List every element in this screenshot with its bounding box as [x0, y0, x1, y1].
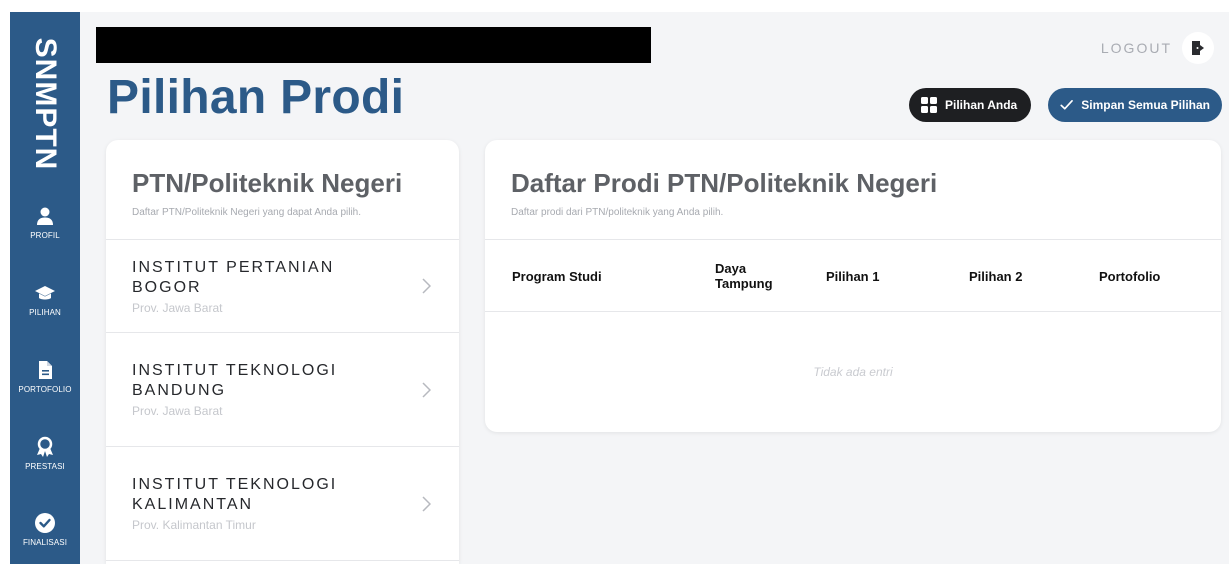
sidebar-item-label: PRESTASI [25, 462, 65, 471]
brand-logo: SNMPTN [18, 24, 72, 184]
empty-state: Tidak ada entri [813, 365, 893, 379]
logout-button[interactable]: LOGOUT [1101, 32, 1214, 64]
chevron-right-icon [422, 381, 431, 398]
column-header-program-studi: Program Studi [512, 269, 602, 284]
simpan-semua-label: Simpan Semua Pilihan [1081, 98, 1210, 112]
logout-icon [1182, 32, 1214, 64]
list-item[interactable]: INSTITUT TEKNOLOGI BANDUNG Prov. Jawa Ba… [106, 333, 459, 447]
ptn-list-panel: PTN/Politeknik Negeri Daftar PTN/Politek… [106, 140, 459, 564]
brand-text: SNMPTN [29, 37, 62, 171]
sidebar-item-portofolio[interactable]: PORTOFOLIO [10, 359, 80, 415]
column-header-pilihan-1: Pilihan 1 [826, 269, 880, 284]
chevron-right-icon [422, 495, 431, 512]
prodi-panel-header: Daftar Prodi PTN/Politeknik Negeri Dafta… [485, 140, 1221, 240]
logout-label: LOGOUT [1100, 40, 1172, 56]
redacted-bar [96, 27, 651, 63]
university-name: INSTITUT TEKNOLOGI BANDUNG [132, 362, 338, 399]
sidebar-item-prestasi[interactable]: PRESTASI [10, 436, 80, 492]
university-name: INSTITUT TEKNOLOGI KALIMANTAN [132, 476, 338, 513]
sidebar-item-label: PORTOFOLIO [18, 385, 72, 394]
award-icon [37, 436, 53, 457]
sidebar-item-pilihan[interactable]: PILIHAN [10, 282, 80, 338]
pilihan-anda-label: Pilihan Anda [945, 98, 1018, 112]
document-icon [39, 361, 52, 379]
person-icon [37, 207, 53, 225]
ptn-panel-title: PTN/Politeknik Negeri [132, 168, 403, 198]
grid-icon [921, 97, 937, 113]
column-header-daya-tampung: Daya Tampung [715, 261, 773, 291]
check-icon [1060, 100, 1073, 110]
university-province: Prov. Kalimantan Timur [132, 518, 256, 532]
page-title: Pilihan Prodi [107, 71, 405, 124]
sidebar-item-profil[interactable]: PROFIL [10, 205, 80, 261]
list-item[interactable]: INSTITUT TEKNOLOGI KALIMANTAN Prov. Kali… [106, 447, 459, 561]
column-header-pilihan-2: Pilihan 2 [969, 269, 1023, 284]
prodi-panel-subtitle: Daftar prodi dari PTN/politeknik yang An… [511, 207, 724, 218]
pilihan-anda-button[interactable]: Pilihan Anda [909, 88, 1031, 122]
prodi-panel-title: Daftar Prodi PTN/Politeknik Negeri [511, 168, 938, 198]
graduation-cap-icon [35, 286, 55, 300]
ptn-panel-header: PTN/Politeknik Negeri Daftar PTN/Politek… [106, 140, 459, 240]
university-province: Prov. Jawa Barat [132, 404, 223, 418]
column-header-portofolio: Portofolio [1099, 269, 1161, 284]
chevron-right-icon [422, 278, 431, 294]
list-item[interactable]: INSTITUT PERTANIAN BOGOR Prov. Jawa Bara… [106, 240, 459, 333]
ptn-panel-subtitle: Daftar PTN/Politeknik Negeri yang dapat … [132, 207, 362, 218]
sidebar-item-label: FINALISASI [22, 538, 68, 547]
university-name: INSTITUT PERTANIAN BOGOR [132, 258, 335, 296]
sidebar-item-label: PILIHAN [29, 308, 61, 317]
sidebar-item-label: PROFIL [30, 231, 60, 240]
simpan-semua-button[interactable]: Simpan Semua Pilihan [1048, 88, 1222, 122]
sidebar-item-finalisasi[interactable]: FINALISASI [10, 512, 80, 564]
prodi-table-panel: Daftar Prodi PTN/Politeknik Negeri Dafta… [485, 140, 1221, 432]
table-header-row: Program Studi Daya Tampung Pilihan 1 Pil… [485, 240, 1221, 312]
check-circle-icon [35, 513, 55, 533]
sidebar: SNMPTN PROFIL PILIHAN PORTOFOLIO PRESTAS… [10, 12, 80, 564]
university-province: Prov. Jawa Barat [132, 300, 223, 315]
